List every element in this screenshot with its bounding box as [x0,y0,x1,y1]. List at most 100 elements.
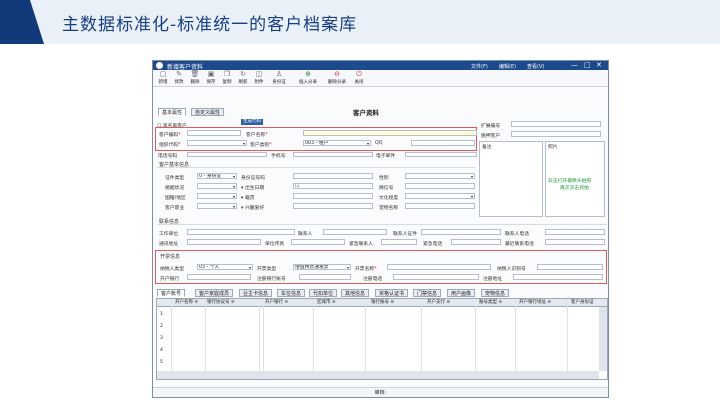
taxpayer-id-input[interactable] [537,264,603,270]
reg-phone-input[interactable] [393,274,479,280]
col-customer-id[interactable]: 客户身份证 [571,299,594,307]
emergency-contact-label: 紧急联系人 [349,242,373,247]
native-place-input[interactable] [293,193,373,199]
generate-code-button[interactable]: 生成代码 [241,119,263,125]
contact-person-label: 联系人 [298,232,313,237]
marital-label: 婚姻状况 [165,186,185,191]
marital-select[interactable]: ▾ [197,183,237,189]
col-bank-address[interactable]: 开户银行地址 ≡ [519,299,551,307]
org-code-select[interactable]: ▾ [187,140,247,146]
tab-pet-info[interactable]: 宠物信息 [481,289,510,297]
reg-address-input[interactable] [513,274,603,280]
delete-button[interactable]: 🗑 删除 [187,71,203,86]
col-region-city[interactable]: 区域市 ≡ [317,299,336,307]
id-type-select[interactable]: 0 - 身份证 ▾ [197,173,237,179]
tab-basic-attributes[interactable]: 基本属性 [158,108,187,116]
education-select[interactable]: ▾ [405,193,475,199]
col-bank-agreement[interactable]: 银行协议号 ≡ [207,299,235,307]
customer-name-input[interactable] [303,130,477,136]
tab-withholding-unit[interactable]: 代扣单位 [309,289,338,297]
address-input[interactable] [187,239,261,245]
tab-qualification[interactable]: 资格认证书 [375,289,409,297]
customer-code-input[interactable] [187,130,241,136]
slide-header: 主数据标准化-标准统一的客户档案库 [0,0,720,44]
contact-id-input[interactable] [421,229,501,235]
remarks-panel[interactable]: 备注 [479,141,543,217]
tab-other-info[interactable]: 其他信息 [341,289,370,297]
insert-row-button[interactable]: ⊕ 插入分录 [296,71,320,86]
recent-contact-phone-input[interactable] [545,239,605,245]
occupation-select[interactable]: ▾ [197,203,237,209]
new-button[interactable]: ▢ 新增 [155,70,171,86]
table-row[interactable]: 4 [160,348,163,353]
table-row[interactable]: 3 [160,336,163,341]
birth-date-input[interactable]: ☐ [293,183,373,189]
tab-user-profile[interactable]: 用户画像 [447,289,476,297]
subsidiary-customer-input[interactable] [511,131,601,137]
mobile-input[interactable] [293,152,373,157]
id-card-button[interactable]: ♙ 身份证 [269,71,289,86]
customer-window: 新增客户资料 文件(F) 编辑(E) 查看(V) — □ ✕ ▢ 新增 ✎ 修改 🗑… [152,60,609,398]
contact-divider [157,224,607,225]
gender-select[interactable]: ▾ [405,173,475,179]
menu-view[interactable]: 查看(V) [527,63,544,70]
tab-family-members[interactable]: 客户家庭成员 [195,289,234,297]
contact-person-input[interactable] [323,229,387,235]
tab-parking[interactable]: 车位信息 [277,289,306,297]
invoice-name-label: 开票名称* [355,267,377,272]
tab-customer-account[interactable]: 客户账号 [157,289,186,297]
emergency-phone-input[interactable] [451,239,501,245]
menu-edit[interactable]: 编辑(E) [499,63,516,70]
refresh-button[interactable]: ↻ 刷新 [235,71,251,86]
photo-hint-1: 双击打开摄像头拍照 [548,179,592,184]
horizontal-scrollbar[interactable] [157,371,599,379]
wechat-input[interactable] [405,183,475,189]
qq-input[interactable] [411,140,475,146]
country-select[interactable]: ▾ [197,193,237,199]
col-bank-account[interactable]: 银行账号 ≡ [371,299,394,307]
hobby-input[interactable] [293,203,373,209]
country-label: 国籍/地区 [165,196,186,201]
bank-input[interactable] [187,274,251,280]
menu-file[interactable]: 文件(F) [471,63,488,70]
bank-account-input[interactable] [299,274,351,280]
tab-owner-card[interactable]: 业主卡信息 [239,289,273,297]
education-label: 文化程度 [379,196,399,201]
taxpayer-type-select[interactable]: 03 - 个人 ▾ [197,264,253,270]
emergency-contact-input[interactable] [381,239,417,245]
copy-button[interactable]: ❐ 复制 [219,71,235,86]
maximize-button[interactable]: □ [584,61,591,69]
col-branch[interactable]: 开户支行 ≡ [427,299,450,307]
table-row[interactable]: 2 [160,324,163,329]
unit-fax-input[interactable] [291,239,345,245]
tab-custom-attributes[interactable]: 自定义属性 [191,108,225,116]
close-window-button[interactable]: ✕ [596,61,602,69]
table-row[interactable]: 5 [160,360,163,365]
customer-category-select[interactable]: 003 - 租户 ▾ [303,140,371,146]
new-icon: ▢ [159,70,167,78]
vertical-scrollbar[interactable] [599,307,607,371]
invoice-name-input[interactable] [387,264,491,270]
attachment-icon: ◫ [255,70,263,78]
delete-row-button[interactable]: ⊖ 删除分录 [325,71,349,86]
ext-code-input[interactable] [511,121,601,127]
save-button[interactable]: ▣ 保存 [203,71,219,86]
email-input[interactable] [405,152,477,157]
work-unit-input[interactable] [187,229,295,235]
nickname-input[interactable] [405,203,475,209]
phone-input[interactable] [187,152,267,157]
col-account-type[interactable]: 账号类型 ≡ [479,299,502,307]
invoice-type-select[interactable]: 增值税普通发票 ▾ [293,264,351,270]
minimize-button[interactable]: — [571,61,578,69]
close-button[interactable]: ⏻ 关闭 [351,71,367,86]
attachment-button[interactable]: ◫ 附件 [251,70,267,86]
col-bank[interactable]: 开户银行 ≡ [265,299,288,307]
tab-access-control[interactable]: 门禁信息 [413,289,442,297]
invoice-section-title: 开票信息 [160,254,181,260]
col-account-name[interactable]: 开户名称 ≡ [175,299,198,307]
photo-panel[interactable]: 照片 双击打开摄像头拍照 再次双击抓拍 [545,141,605,217]
contact-phone-input[interactable] [545,229,605,235]
edit-button[interactable]: ✎ 修改 [171,71,187,86]
id-number-input[interactable] [293,173,373,179]
table-row[interactable]: 1 [160,312,163,317]
